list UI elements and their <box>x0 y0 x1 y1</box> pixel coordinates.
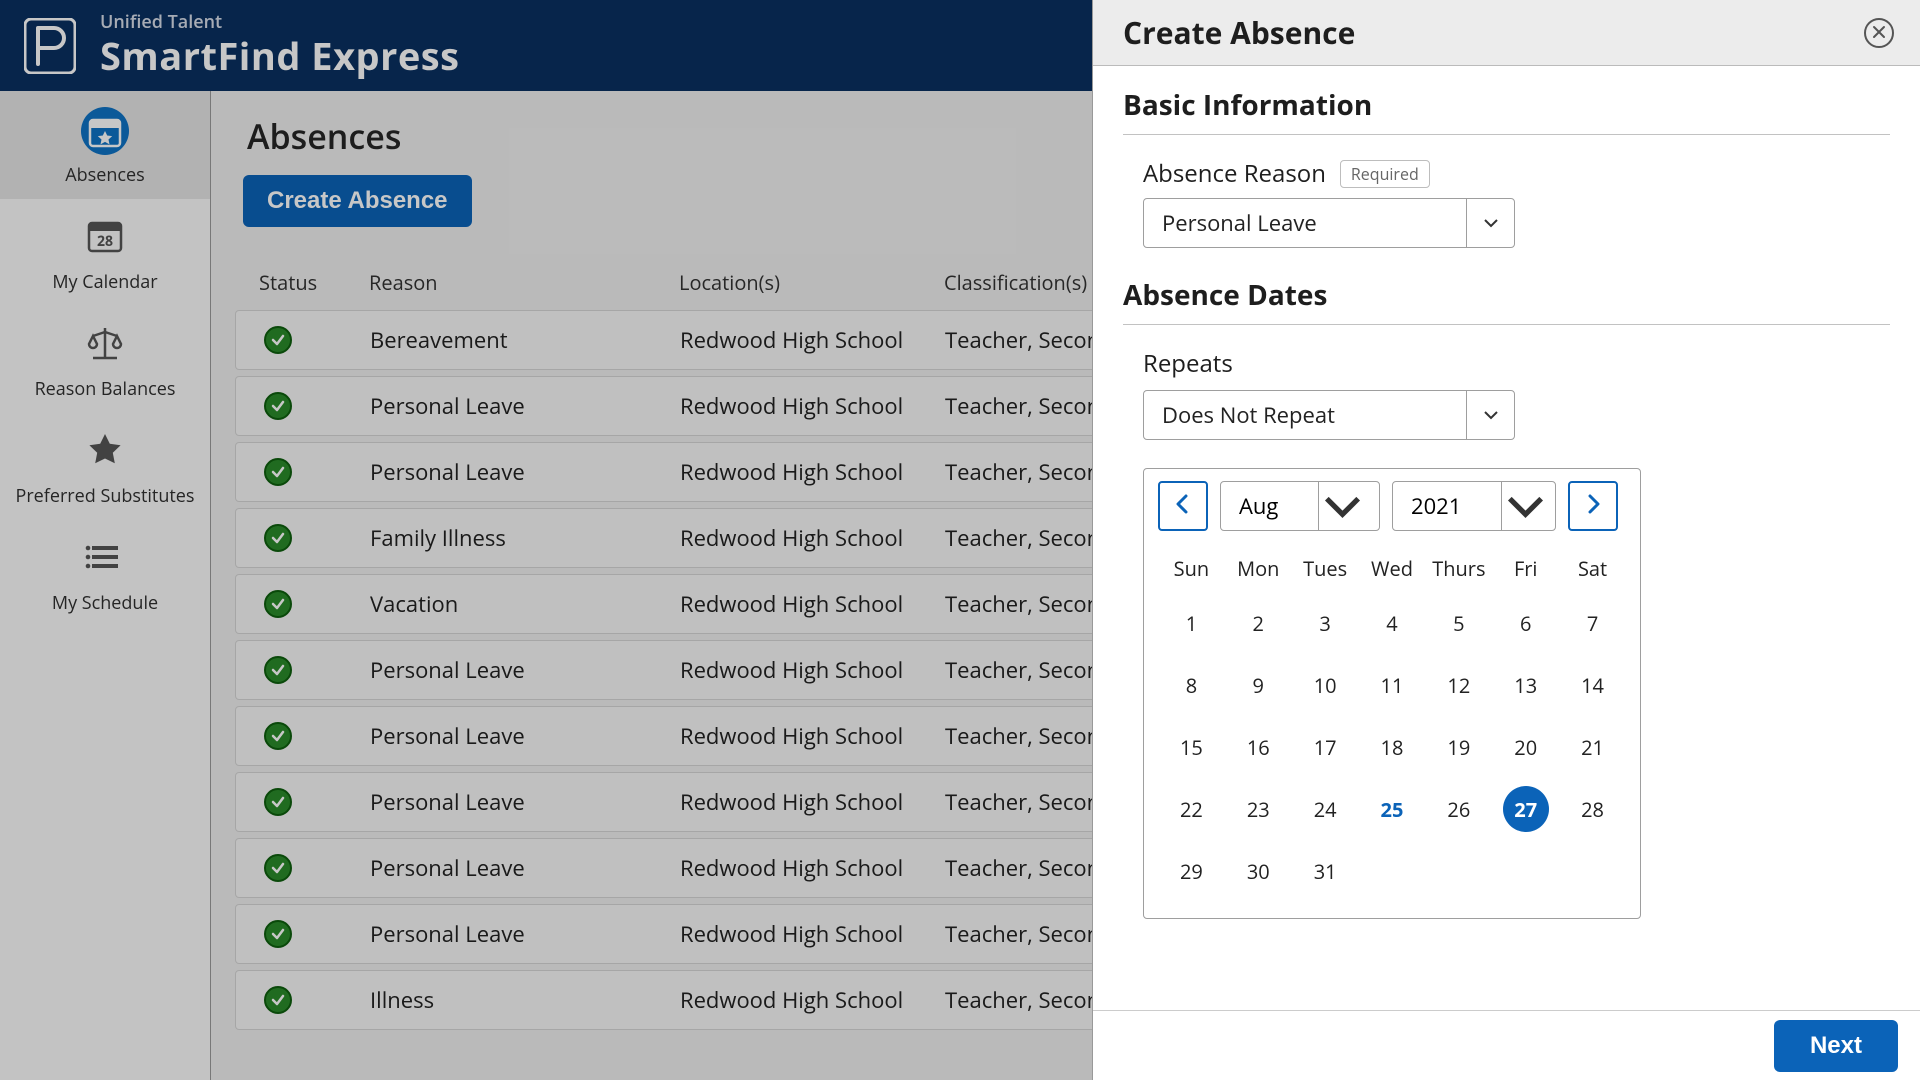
calendar-month-select[interactable]: Aug <box>1220 481 1380 531</box>
chevron-down-icon <box>1501 482 1549 530</box>
panel-footer: Next <box>1093 1010 1920 1080</box>
repeats-label: Repeats <box>1143 347 1890 380</box>
date-picker: Aug 2021 SunMonTuesWedThurs <box>1143 468 1641 919</box>
create-absence-panel: Create Absence Basic Information Absence… <box>1092 0 1920 1080</box>
calendar-day[interactable]: 31 <box>1292 840 1359 902</box>
calendar-day[interactable]: 8 <box>1158 654 1225 716</box>
calendar-day[interactable]: 28 <box>1559 778 1626 840</box>
calendar-day[interactable]: 4 <box>1359 592 1426 654</box>
calendar-weekday: Tues <box>1292 545 1359 592</box>
required-badge: Required <box>1340 160 1430 188</box>
calendar-day[interactable]: 22 <box>1158 778 1225 840</box>
calendar-day[interactable]: 23 <box>1225 778 1292 840</box>
calendar-weekday: Thurs <box>1425 545 1492 592</box>
absence-reason-label: Absence Reason <box>1143 157 1326 190</box>
calendar-day[interactable]: 3 <box>1292 592 1359 654</box>
chevron-left-icon <box>1172 493 1194 520</box>
calendar-day[interactable]: 15 <box>1158 716 1225 778</box>
calendar-day[interactable]: 14 <box>1559 654 1626 716</box>
calendar-day[interactable]: 21 <box>1559 716 1626 778</box>
calendar-day[interactable]: 1 <box>1158 592 1225 654</box>
calendar-year-select[interactable]: 2021 <box>1392 481 1556 531</box>
calendar-year-value: 2021 <box>1393 491 1501 521</box>
panel-header: Create Absence <box>1093 0 1920 66</box>
calendar-day[interactable]: 25 <box>1359 778 1426 840</box>
calendar-day[interactable]: 19 <box>1425 716 1492 778</box>
calendar-day[interactable]: 20 <box>1492 716 1559 778</box>
section-absence-dates: Absence Dates <box>1123 276 1890 325</box>
repeats-value: Does Not Repeat <box>1162 400 1335 430</box>
close-icon <box>1872 22 1886 44</box>
absence-reason-select[interactable]: Personal Leave <box>1143 198 1515 248</box>
calendar-next-button[interactable] <box>1568 481 1618 531</box>
calendar-day[interactable]: 16 <box>1225 716 1292 778</box>
chevron-down-icon <box>1318 482 1366 530</box>
calendar-weekday: Wed <box>1359 545 1426 592</box>
calendar-day[interactable]: 26 <box>1425 778 1492 840</box>
chevron-down-icon <box>1466 199 1514 247</box>
calendar-day[interactable]: 9 <box>1225 654 1292 716</box>
calendar-day[interactable]: 29 <box>1158 840 1225 902</box>
calendar-day[interactable]: 30 <box>1225 840 1292 902</box>
repeats-select[interactable]: Does Not Repeat <box>1143 390 1515 440</box>
calendar-day[interactable]: 27 <box>1492 778 1559 840</box>
calendar-month-value: Aug <box>1221 491 1318 521</box>
calendar-prev-button[interactable] <box>1158 481 1208 531</box>
close-button[interactable] <box>1864 18 1894 48</box>
calendar-day[interactable]: 24 <box>1292 778 1359 840</box>
calendar-day[interactable]: 17 <box>1292 716 1359 778</box>
calendar-day[interactable]: 7 <box>1559 592 1626 654</box>
calendar-day[interactable]: 2 <box>1225 592 1292 654</box>
calendar-day[interactable]: 18 <box>1359 716 1426 778</box>
calendar-day[interactable]: 6 <box>1492 592 1559 654</box>
calendar-weekday: Sun <box>1158 545 1225 592</box>
panel-title: Create Absence <box>1123 12 1355 53</box>
calendar-day[interactable]: 5 <box>1425 592 1492 654</box>
calendar-day[interactable]: 12 <box>1425 654 1492 716</box>
next-button[interactable]: Next <box>1774 1020 1898 1072</box>
calendar-weekday: Fri <box>1492 545 1559 592</box>
absence-reason-value: Personal Leave <box>1162 208 1317 238</box>
chevron-right-icon <box>1582 493 1604 520</box>
calendar-weekday: Sat <box>1559 545 1626 592</box>
calendar-weekday: Mon <box>1225 545 1292 592</box>
calendar-day[interactable]: 11 <box>1359 654 1426 716</box>
section-basic-info: Basic Information <box>1123 86 1890 135</box>
calendar-day[interactable]: 13 <box>1492 654 1559 716</box>
absence-reason-field: Absence Reason Required Personal Leave <box>1143 157 1890 248</box>
calendar-day[interactable]: 10 <box>1292 654 1359 716</box>
chevron-down-icon <box>1466 391 1514 439</box>
